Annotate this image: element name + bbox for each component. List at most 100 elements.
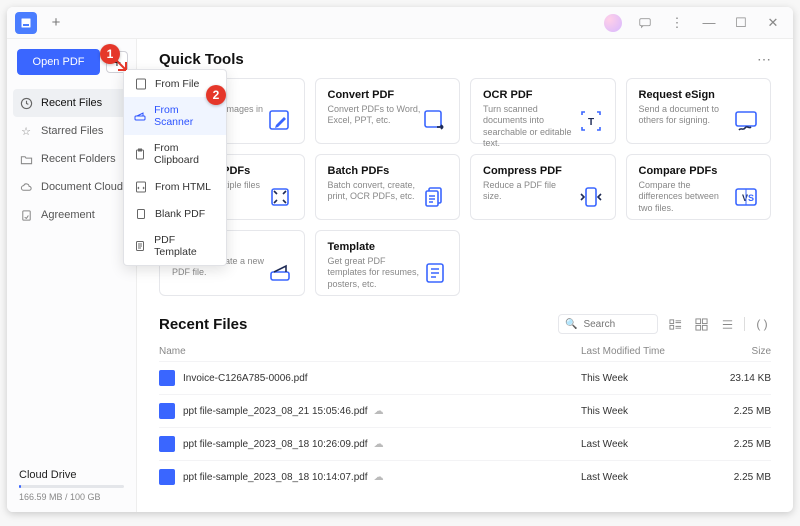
col-name: Name: [159, 346, 581, 357]
tool-request-esign[interactable]: Request eSign Send a document to others f…: [626, 78, 772, 144]
col-time: Last Modified Time: [581, 346, 711, 357]
sidebar-nav: Recent Files ☆ Starred Files Recent Fold…: [7, 85, 136, 233]
batch-icon: [421, 183, 449, 211]
open-pdf-button[interactable]: Open PDF: [17, 49, 100, 75]
file-name: ppt file-sample_2023_08_18 10:26:09.pdf: [183, 439, 368, 450]
main-content: Quick Tools ⋯ Edit PDFEdit text and imag…: [137, 39, 793, 512]
tool-name: Batch PDFs: [328, 165, 422, 177]
cloud-badge-icon: ☁: [374, 439, 386, 450]
sidebar-item-label: Recent Files: [41, 97, 102, 109]
table-row[interactable]: ppt file-sample_2023_08_21 15:05:46.pdf ☁…: [159, 394, 771, 427]
ocr-icon: T: [577, 107, 605, 135]
scanner-icon: [134, 110, 146, 123]
sidebar-item-label: Starred Files: [41, 125, 103, 137]
tool-desc: Compare the differences between two file…: [639, 180, 733, 214]
file-size: 2.25 MB: [711, 439, 771, 450]
avatar-button[interactable]: [599, 11, 627, 35]
file-icon: [134, 77, 147, 90]
pdf-file-icon: [159, 469, 175, 485]
file-size: 23.14 KB: [711, 373, 771, 384]
file-time: This Week: [581, 373, 711, 384]
titlebar: + ⋮ — ☐ ✕: [7, 7, 793, 39]
star-icon: ☆: [19, 124, 33, 138]
close-button[interactable]: ✕: [759, 11, 787, 35]
pdf-file-icon: [159, 436, 175, 452]
file-name: Invoice-C126A785-0006.pdf: [183, 373, 308, 384]
combine-icon: [266, 183, 294, 211]
tool-desc: Send a document to others for signing.: [639, 104, 733, 127]
view-list-button[interactable]: [666, 315, 684, 333]
sidebar-item-label: Document Cloud: [41, 181, 123, 193]
recent-search-input[interactable]: [583, 319, 651, 330]
tool-batch-pdfs[interactable]: Batch PDFs Batch convert, create, print, …: [315, 154, 461, 220]
tool-convert-pdf[interactable]: Convert PDFConvert PDFs to Word, Excel, …: [315, 78, 461, 144]
convert-icon: [421, 107, 449, 135]
cloud-drive-section[interactable]: Cloud Drive 166.59 MB / 100 GB: [7, 459, 136, 512]
menu-label: Blank PDF: [155, 208, 205, 220]
table-row[interactable]: ppt file-sample_2023_08_18 10:26:09.pdf ☁…: [159, 427, 771, 460]
tool-compare-pdfs[interactable]: Compare PDFs Compare the differences betw…: [626, 154, 772, 220]
sidebar-item-starred-files[interactable]: ☆ Starred Files: [7, 117, 136, 145]
table-row[interactable]: Invoice-C126A785-0006.pdf This Week23.14 …: [159, 361, 771, 394]
clipboard-icon: [134, 148, 146, 161]
compare-icon: VS: [732, 183, 760, 211]
scanner-icon: [266, 259, 294, 287]
view-sort-button[interactable]: [718, 315, 736, 333]
file-name: ppt file-sample_2023_08_21 15:05:46.pdf: [183, 406, 368, 417]
annotation-2: 2: [206, 85, 226, 105]
minimize-button[interactable]: —: [695, 11, 723, 35]
menu-from-clipboard[interactable]: From Clipboard: [124, 135, 226, 173]
sidebar-item-recent-folders[interactable]: Recent Folders: [7, 145, 136, 173]
search-icon: 🔍: [565, 319, 577, 330]
view-grid-button[interactable]: [692, 315, 710, 333]
tool-template[interactable]: Template Get great PDF templates for resu…: [315, 230, 461, 296]
sidebar-item-document-cloud[interactable]: Document Cloud: [7, 173, 136, 201]
file-time: Last Week: [581, 439, 711, 450]
tool-desc: Batch convert, create, print, OCR PDFs, …: [328, 180, 422, 203]
tool-desc: Reduce a PDF file size.: [483, 180, 577, 203]
cloud-badge-icon: ☁: [374, 406, 386, 417]
recent-search[interactable]: 🔍: [558, 314, 658, 334]
tool-name: Compress PDF: [483, 165, 577, 177]
sidebar-item-label: Agreement: [41, 209, 95, 221]
app-logo: [15, 12, 37, 34]
tool-ocr-pdf[interactable]: OCR PDFTurn scanned documents into searc…: [470, 78, 616, 144]
sidebar-item-agreement[interactable]: Agreement: [7, 201, 136, 229]
sidebar-item-recent-files[interactable]: Recent Files: [13, 89, 130, 117]
esign-icon: [732, 107, 760, 135]
edit-icon: [266, 107, 294, 135]
menu-label: PDF Template: [154, 234, 216, 258]
blank-icon: [134, 207, 147, 220]
tool-name: Template: [328, 241, 422, 253]
quick-tools-more-button[interactable]: ⋯: [757, 51, 771, 68]
html-icon: [134, 180, 147, 193]
tool-name: Convert PDF: [328, 89, 422, 101]
chat-button[interactable]: [631, 11, 659, 35]
menu-pdf-template[interactable]: PDF Template: [124, 227, 226, 265]
tool-name: Request eSign: [639, 89, 733, 101]
new-tab-button[interactable]: +: [43, 12, 69, 34]
cloud-badge-icon: ☁: [374, 472, 386, 483]
menu-label: From HTML: [155, 181, 211, 193]
table-row[interactable]: ppt file-sample_2023_08_18 10:14:07.pdf ☁…: [159, 460, 771, 493]
recent-files-title: Recent Files: [159, 316, 247, 333]
tool-compress-pdf[interactable]: Compress PDF Reduce a PDF file size.: [470, 154, 616, 220]
folder-icon: [19, 152, 33, 166]
sidebar-item-label: Recent Folders: [41, 153, 116, 165]
tool-desc: Get great PDF templates for resumes, pos…: [328, 256, 422, 290]
avatar-icon: [604, 14, 622, 32]
menu-label: From Clipboard: [154, 142, 216, 166]
menu-from-html[interactable]: From HTML: [124, 173, 226, 200]
menu-label: From File: [155, 78, 199, 90]
svg-text:S: S: [748, 193, 754, 203]
recent-files-table: Name Last Modified Time Size Invoice-C12…: [159, 342, 771, 493]
quick-tools-title: Quick Tools: [159, 51, 244, 68]
kebab-menu-button[interactable]: ⋮: [663, 11, 691, 35]
annotation-1: 1: [100, 44, 120, 64]
maximize-button[interactable]: ☐: [727, 11, 755, 35]
file-name: ppt file-sample_2023_08_18 10:14:07.pdf: [183, 472, 368, 483]
tool-name: Compare PDFs: [639, 165, 733, 177]
menu-blank-pdf[interactable]: Blank PDF: [124, 200, 226, 227]
file-time: Last Week: [581, 472, 711, 483]
recent-refresh-button[interactable]: ( ): [753, 315, 771, 333]
